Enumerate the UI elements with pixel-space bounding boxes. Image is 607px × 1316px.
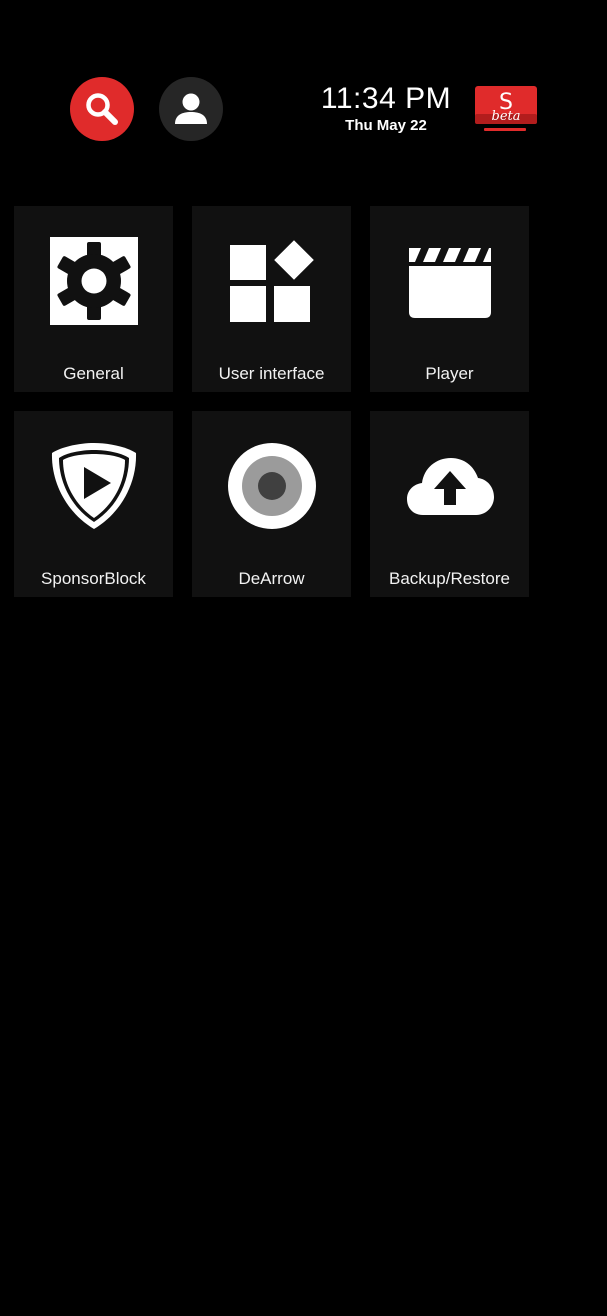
tile-label: DeArrow [238, 569, 305, 588]
search-icon [86, 93, 118, 125]
tile-general[interactable]: General [14, 206, 173, 392]
account-icon [175, 93, 207, 124]
tile-label: General [63, 364, 124, 383]
shield-play-icon [51, 443, 136, 529]
tile-label: Backup/Restore [389, 569, 510, 588]
tile-user-interface[interactable]: User interface [192, 206, 351, 392]
clock-time: 11:34 PM [320, 82, 452, 115]
tile-backup-restore[interactable]: Backup/Restore [370, 411, 529, 597]
account-button[interactable] [159, 77, 223, 141]
gear-icon [49, 237, 138, 325]
clapperboard-icon [408, 248, 491, 318]
widgets-icon [229, 240, 314, 322]
search-button[interactable] [70, 77, 134, 141]
top-bar: 11:34 PM Thu May 22 S beta [0, 0, 607, 180]
cloud-upload-icon [406, 458, 494, 515]
tile-label: User interface [218, 364, 325, 383]
tile-sponsorblock[interactable]: SponsorBlock [14, 411, 173, 597]
app-logo: S beta [474, 86, 538, 132]
tile-dearrow[interactable]: DeArrow [192, 411, 351, 597]
dearrow-icon [227, 443, 316, 529]
logo-beta-badge: beta [491, 109, 521, 124]
tile-player[interactable]: Player [370, 206, 529, 392]
clock: 11:34 PM Thu May 22 [300, 82, 472, 135]
tile-label: SponsorBlock [41, 569, 146, 588]
tile-label: Player [425, 364, 474, 383]
clock-date: Thu May 22 [345, 117, 427, 134]
